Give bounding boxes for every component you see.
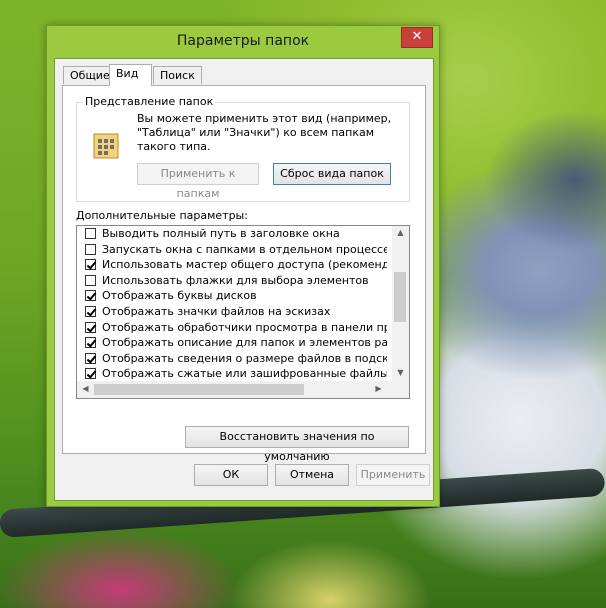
list-item-label: Отображать сжатые или зашифрованные файл… xyxy=(102,367,387,381)
tab-view[interactable]: Вид xyxy=(109,64,152,86)
horizontal-scrollbar[interactable]: ◀ ▶ xyxy=(77,381,409,398)
checkbox[interactable] xyxy=(85,368,96,380)
checkbox[interactable] xyxy=(85,243,96,255)
vertical-scroll-thumb[interactable] xyxy=(394,272,406,322)
checkbox[interactable] xyxy=(85,228,96,239)
dialog-client-area: Общие Вид Поиск Представление папок Вы м… xyxy=(54,58,434,501)
vertical-scrollbar[interactable]: ▲ ▼ xyxy=(392,226,409,382)
scroll-left-icon[interactable]: ◀ xyxy=(77,384,94,393)
checkbox[interactable] xyxy=(85,274,96,286)
list-item-label: Использовать мастер общего доступа (реко… xyxy=(102,258,387,272)
horizontal-scroll-thumb[interactable] xyxy=(94,384,304,395)
list-item[interactable]: Выводить полный путь в заголовке окна xyxy=(77,226,387,242)
checkbox[interactable] xyxy=(85,321,96,333)
close-icon: ✕ xyxy=(411,29,423,44)
list-item[interactable]: Отображать сведения о размере файлов в п… xyxy=(77,351,387,367)
list-item-label: Отображать буквы дисков xyxy=(102,289,257,303)
list-item[interactable]: Отображать значки файлов на эскизах xyxy=(77,304,387,320)
list-item[interactable]: Использовать мастер общего доступа (реко… xyxy=(77,257,387,273)
restore-defaults-button[interactable]: Восстановить значения по умолчанию xyxy=(185,426,409,463)
apply-to-folders-button[interactable]: Применить к папкам xyxy=(137,163,259,200)
tab-page-view: Представление папок Вы можете применить … xyxy=(62,85,426,463)
list-item-label: Выводить полный путь в заголовке окна xyxy=(102,227,340,240)
reset-folders-button[interactable]: Сброс вида папок xyxy=(273,163,391,185)
close-button[interactable]: ✕ xyxy=(401,27,433,48)
tab-search[interactable]: Поиск xyxy=(153,66,202,84)
list-item-label: Отображать описание для папок и элементо… xyxy=(102,336,387,350)
scroll-up-icon[interactable]: ▲ xyxy=(392,228,409,237)
ok-button[interactable]: ОК xyxy=(194,464,268,486)
checkbox[interactable] xyxy=(85,352,96,364)
folder-view-group: Представление папок Вы можете применить … xyxy=(76,95,410,202)
checkbox[interactable] xyxy=(85,306,96,317)
folder-view-icon xyxy=(93,133,119,159)
scroll-down-icon[interactable]: ▼ xyxy=(392,368,409,377)
checkbox[interactable] xyxy=(85,337,96,349)
title-bar[interactable]: Параметры папок ✕ xyxy=(47,26,439,56)
advanced-settings-label: Дополнительные параметры: xyxy=(76,209,248,222)
folder-options-window: Параметры папок ✕ Общие Вид Поиск Предст… xyxy=(46,25,440,507)
apply-button[interactable]: Применить xyxy=(356,464,430,486)
list-item[interactable]: Запускать окна с папками в отдельном про… xyxy=(77,242,387,258)
list-item[interactable]: Отображать сжатые или зашифрованные файл… xyxy=(77,366,387,382)
scroll-right-icon[interactable]: ▶ xyxy=(370,384,387,393)
list-item[interactable]: Отображать буквы дисков xyxy=(77,288,387,304)
window-title: Параметры папок xyxy=(176,33,310,49)
list-item[interactable]: Отображать описание для папок и элементо… xyxy=(77,335,387,351)
list-item-label: Отображать сведения о размере файлов в п… xyxy=(102,351,387,365)
list-item-label: Запускать окна с папками в отдельном про… xyxy=(102,242,387,256)
cancel-button[interactable]: Отмена xyxy=(275,464,349,486)
advanced-settings-list[interactable]: Выводить полный путь в заголовке окна Зап… xyxy=(76,225,410,399)
list-item-label: Использовать флажки для выбора элементов xyxy=(102,273,369,287)
checkbox[interactable] xyxy=(85,259,96,271)
list-item-label: Отображать значки файлов на эскизах xyxy=(102,305,331,318)
list-item-label: Отображать обработчики просмотра в панел… xyxy=(102,320,387,334)
list-item[interactable]: Отображать обработчики просмотра в панел… xyxy=(77,320,387,336)
list-item[interactable]: Использовать флажки для выбора элементов xyxy=(77,273,387,289)
folder-view-group-title: Представление папок xyxy=(83,95,216,108)
checkbox[interactable] xyxy=(85,290,96,302)
folder-view-description: Вы можете применить этот вид (например, … xyxy=(137,112,392,153)
